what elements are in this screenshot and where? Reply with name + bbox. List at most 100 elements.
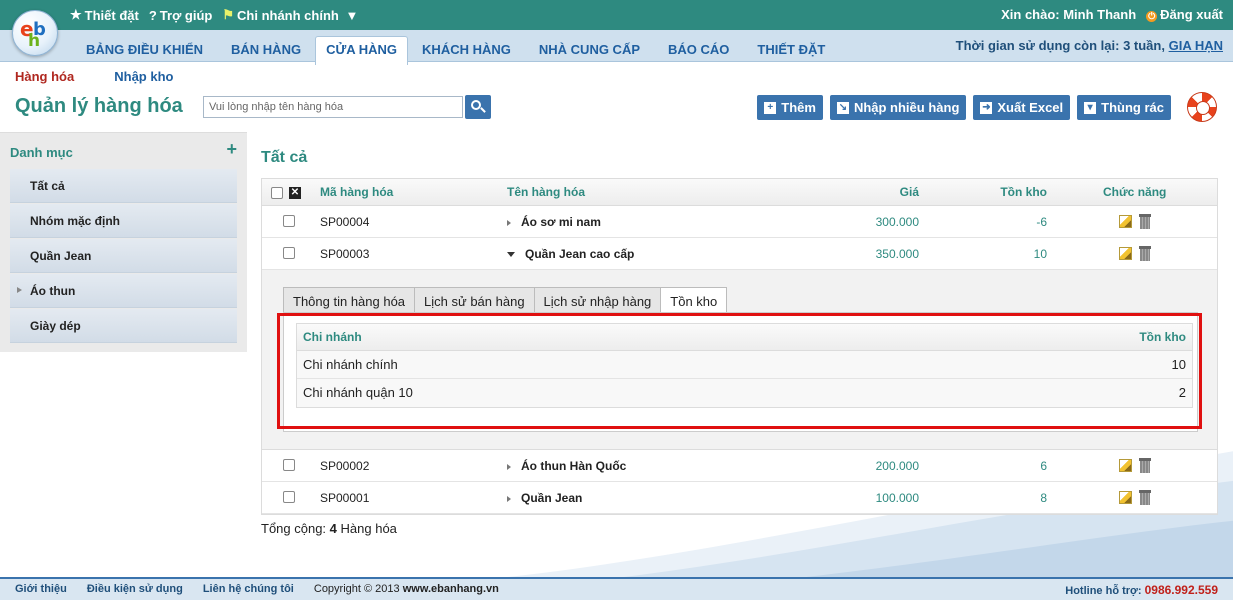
nav-tab-1[interactable]: BÁN HÀNG bbox=[217, 36, 315, 65]
table-row: SP00004 Áo sơ mi nam 300.000 -6 bbox=[262, 206, 1217, 238]
lifebuoy-icon[interactable] bbox=[1187, 92, 1217, 122]
add-button[interactable]: + Thêm bbox=[757, 95, 823, 120]
detail-tab-3[interactable]: Tồn kho bbox=[660, 287, 728, 313]
product-name[interactable]: Quần Jean bbox=[507, 482, 582, 514]
product-name[interactable]: Áo sơ mi nam bbox=[507, 206, 601, 238]
main-nav: BẢNG ĐIỀU KHIỂN BÁN HÀNG CỬA HÀNG KHÁCH HÀN… bbox=[0, 30, 1233, 65]
logo[interactable]: e b h bbox=[12, 10, 58, 56]
product-price: 100.000 bbox=[875, 491, 919, 505]
add-category-button[interactable]: + bbox=[226, 139, 237, 160]
sidebar-item-label: Áo thun bbox=[30, 284, 76, 298]
nav-tab-6[interactable]: THIẾT ĐẶT bbox=[743, 36, 839, 65]
expand-icon[interactable] bbox=[507, 219, 511, 226]
sidebar-item-label: Nhóm mặc định bbox=[30, 214, 121, 228]
export-icon: ➜ bbox=[980, 101, 993, 114]
nav-tab-4[interactable]: NHÀ CUNG CẤP bbox=[525, 36, 654, 65]
nav-tab-3[interactable]: KHÁCH HÀNG bbox=[408, 36, 525, 65]
chevron-down-icon: ▼ bbox=[341, 7, 359, 23]
trash-can bbox=[1140, 493, 1150, 505]
edit-icon[interactable] bbox=[1119, 459, 1132, 472]
delete-icon[interactable] bbox=[1139, 458, 1151, 473]
total-count: Tổng cộng: 4 Hàng hóa bbox=[261, 521, 397, 536]
top-bar: ★ Thiết đặt ? Trợ giúp ⚑ Chi nhánh chính ▼ … bbox=[0, 0, 1233, 30]
star-icon: ★ bbox=[70, 7, 82, 22]
subnav-import[interactable]: Nhập kho bbox=[114, 69, 173, 84]
delete-icon[interactable] bbox=[1139, 246, 1151, 261]
product-price: 350.000 bbox=[875, 247, 919, 261]
export-excel-button[interactable]: ➜ Xuất Excel bbox=[973, 95, 1071, 120]
row-checkbox[interactable] bbox=[283, 247, 295, 259]
collapse-icon[interactable] bbox=[507, 252, 515, 258]
import-many-button[interactable]: ↘ Nhập nhiều hàng bbox=[829, 95, 967, 120]
edit-icon[interactable] bbox=[1119, 215, 1132, 228]
product-name[interactable]: Áo thun Hàn Quốc bbox=[507, 450, 626, 482]
detail-tab-1[interactable]: Lịch sử bán hàng bbox=[414, 287, 535, 313]
row-checkbox[interactable] bbox=[283, 215, 295, 227]
subnav-products[interactable]: Hàng hóa bbox=[15, 69, 74, 84]
footer-contact[interactable]: Liên hệ chúng tôi bbox=[203, 583, 294, 595]
sidebar-item[interactable]: Giày dép bbox=[10, 309, 237, 343]
sidebar-item-label: Quần Jean bbox=[30, 249, 92, 263]
nav-tab-2[interactable]: CỬA HÀNG bbox=[315, 36, 409, 65]
sidebar-item[interactable]: Nhóm mặc định bbox=[10, 204, 237, 238]
product-name-text: Quần Jean bbox=[521, 491, 583, 505]
product-code: SP00002 bbox=[320, 459, 370, 473]
expand-icon[interactable] bbox=[507, 463, 511, 470]
col-actions: Chức năng bbox=[1103, 185, 1167, 199]
expand-caret-icon[interactable] bbox=[17, 287, 22, 293]
footer-terms[interactable]: Điều kiện sử dụng bbox=[87, 583, 183, 595]
col-price[interactable]: Giá bbox=[900, 179, 919, 206]
row-checkbox[interactable] bbox=[283, 459, 295, 471]
category-heading: Danh mục bbox=[10, 145, 73, 160]
detail-tab-2[interactable]: Lịch sử nhập hàng bbox=[533, 287, 662, 313]
product-price: 300.000 bbox=[875, 215, 919, 229]
toolbar: + Thêm ↘ Nhập nhiều hàng ➜ Xuất Excel ▾ Thùn… bbox=[757, 95, 1171, 120]
help-link[interactable]: ? Trợ giúp bbox=[149, 7, 213, 23]
product-stock: 8 bbox=[1040, 491, 1047, 505]
col-name[interactable]: Tên hàng hóa bbox=[507, 179, 585, 206]
list-title: Tất cả bbox=[261, 149, 308, 166]
product-name-text: Áo sơ mi nam bbox=[521, 215, 601, 229]
col-code[interactable]: Mã hàng hóa bbox=[320, 179, 393, 206]
delete-icon[interactable] bbox=[1139, 214, 1151, 229]
trash-icon: ▾ bbox=[1084, 101, 1097, 114]
expand-icon[interactable] bbox=[507, 495, 511, 502]
sidebar-item[interactable]: Tất cả bbox=[10, 169, 237, 203]
footer-about[interactable]: Giới thiệu bbox=[15, 583, 67, 595]
product-code: SP00004 bbox=[320, 215, 370, 229]
search-input[interactable]: Vui lòng nhập tên hàng hóa bbox=[203, 96, 463, 118]
sidebar-item[interactable]: Quần Jean bbox=[10, 239, 237, 273]
sidebar-item-label: Giày dép bbox=[30, 319, 81, 333]
select-all-checkbox[interactable] bbox=[271, 187, 283, 199]
edit-icon[interactable] bbox=[1119, 491, 1132, 504]
settings-link[interactable]: ★ Thiết đặt bbox=[70, 7, 139, 23]
delete-icon[interactable] bbox=[1139, 490, 1151, 505]
sidebar-item-label: Tất cả bbox=[30, 179, 65, 193]
trash-button[interactable]: ▾ Thùng rác bbox=[1077, 95, 1171, 120]
trash-can bbox=[1140, 217, 1150, 229]
power-icon: ⏻ bbox=[1146, 11, 1158, 22]
extend-link[interactable]: GIA HẠN bbox=[1169, 38, 1223, 53]
branch-icon: ⚑ bbox=[222, 7, 235, 22]
trash-can bbox=[1140, 249, 1150, 261]
nav-tab-0[interactable]: BẢNG ĐIỀU KHIỂN bbox=[72, 36, 217, 65]
detail-tab-0[interactable]: Thông tin hàng hóa bbox=[283, 287, 416, 313]
row-checkbox[interactable] bbox=[283, 491, 295, 503]
deselect-icon[interactable]: ✕ bbox=[289, 187, 301, 199]
nav-tab-5[interactable]: BÁO CÁO bbox=[654, 36, 743, 65]
sub-nav: Hàng hóa Nhập kho bbox=[15, 69, 173, 84]
product-stock: -6 bbox=[1036, 215, 1047, 229]
search-button[interactable] bbox=[465, 95, 491, 119]
sidebar-item[interactable]: Áo thun bbox=[10, 274, 237, 308]
grid-header: ✕ Mã hàng hóa Tên hàng hóa Giá Tồn kho C… bbox=[262, 179, 1217, 206]
plus-icon: + bbox=[764, 101, 777, 114]
table-row: SP00003 Quần Jean cao cấp 350.000 10 bbox=[262, 238, 1217, 270]
help-icon: ? bbox=[148, 7, 157, 23]
logout-link[interactable]: ⏻ Đăng xuất bbox=[1146, 7, 1223, 22]
greeting: Xin chào: Minh Thanh bbox=[1001, 7, 1137, 22]
branch-selector[interactable]: ⚑ Chi nhánh chính ▼ bbox=[222, 7, 358, 23]
detail-tabs: Thông tin hàng hóa Lịch sử bán hàng Lịch s… bbox=[283, 287, 728, 313]
edit-icon[interactable] bbox=[1119, 247, 1132, 260]
col-stock[interactable]: Tồn kho bbox=[1000, 179, 1047, 206]
product-name[interactable]: Quần Jean cao cấp bbox=[507, 238, 634, 270]
